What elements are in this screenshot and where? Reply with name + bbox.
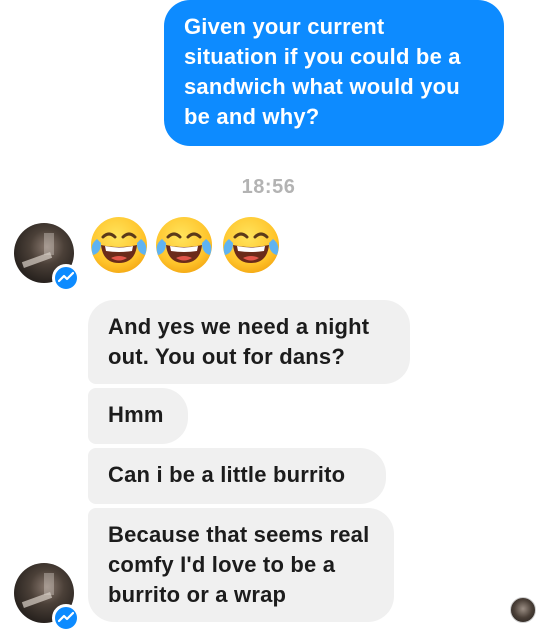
message-timestamp: 18:56: [241, 176, 296, 198]
received-message-text: Hmm: [108, 402, 164, 427]
face-with-tears-of-joy-icon[interactable]: [219, 213, 283, 277]
sent-message-text: Given your current situation if you coul…: [184, 14, 461, 129]
sent-message-bubble[interactable]: Given your current situation if you coul…: [164, 0, 504, 146]
received-message-text: Because that seems real comfy I'd love t…: [108, 522, 370, 607]
received-message-text: Can i be a little burrito: [108, 462, 346, 487]
face-with-tears-of-joy-icon[interactable]: [152, 213, 216, 277]
messenger-icon: [52, 264, 80, 292]
received-message-bubble[interactable]: Hmm: [88, 388, 188, 444]
read-receipt-avatar: [510, 597, 536, 623]
received-message-bubble[interactable]: And yes we need a night out. You out for…: [88, 300, 410, 384]
face-with-tears-of-joy-icon[interactable]: [87, 213, 151, 277]
messenger-icon: [52, 604, 80, 632]
received-message-text: And yes we need a night out. You out for…: [108, 314, 370, 369]
received-message-bubble[interactable]: Because that seems real comfy I'd love t…: [88, 508, 394, 622]
received-message-bubble[interactable]: Can i be a little burrito: [88, 448, 386, 504]
